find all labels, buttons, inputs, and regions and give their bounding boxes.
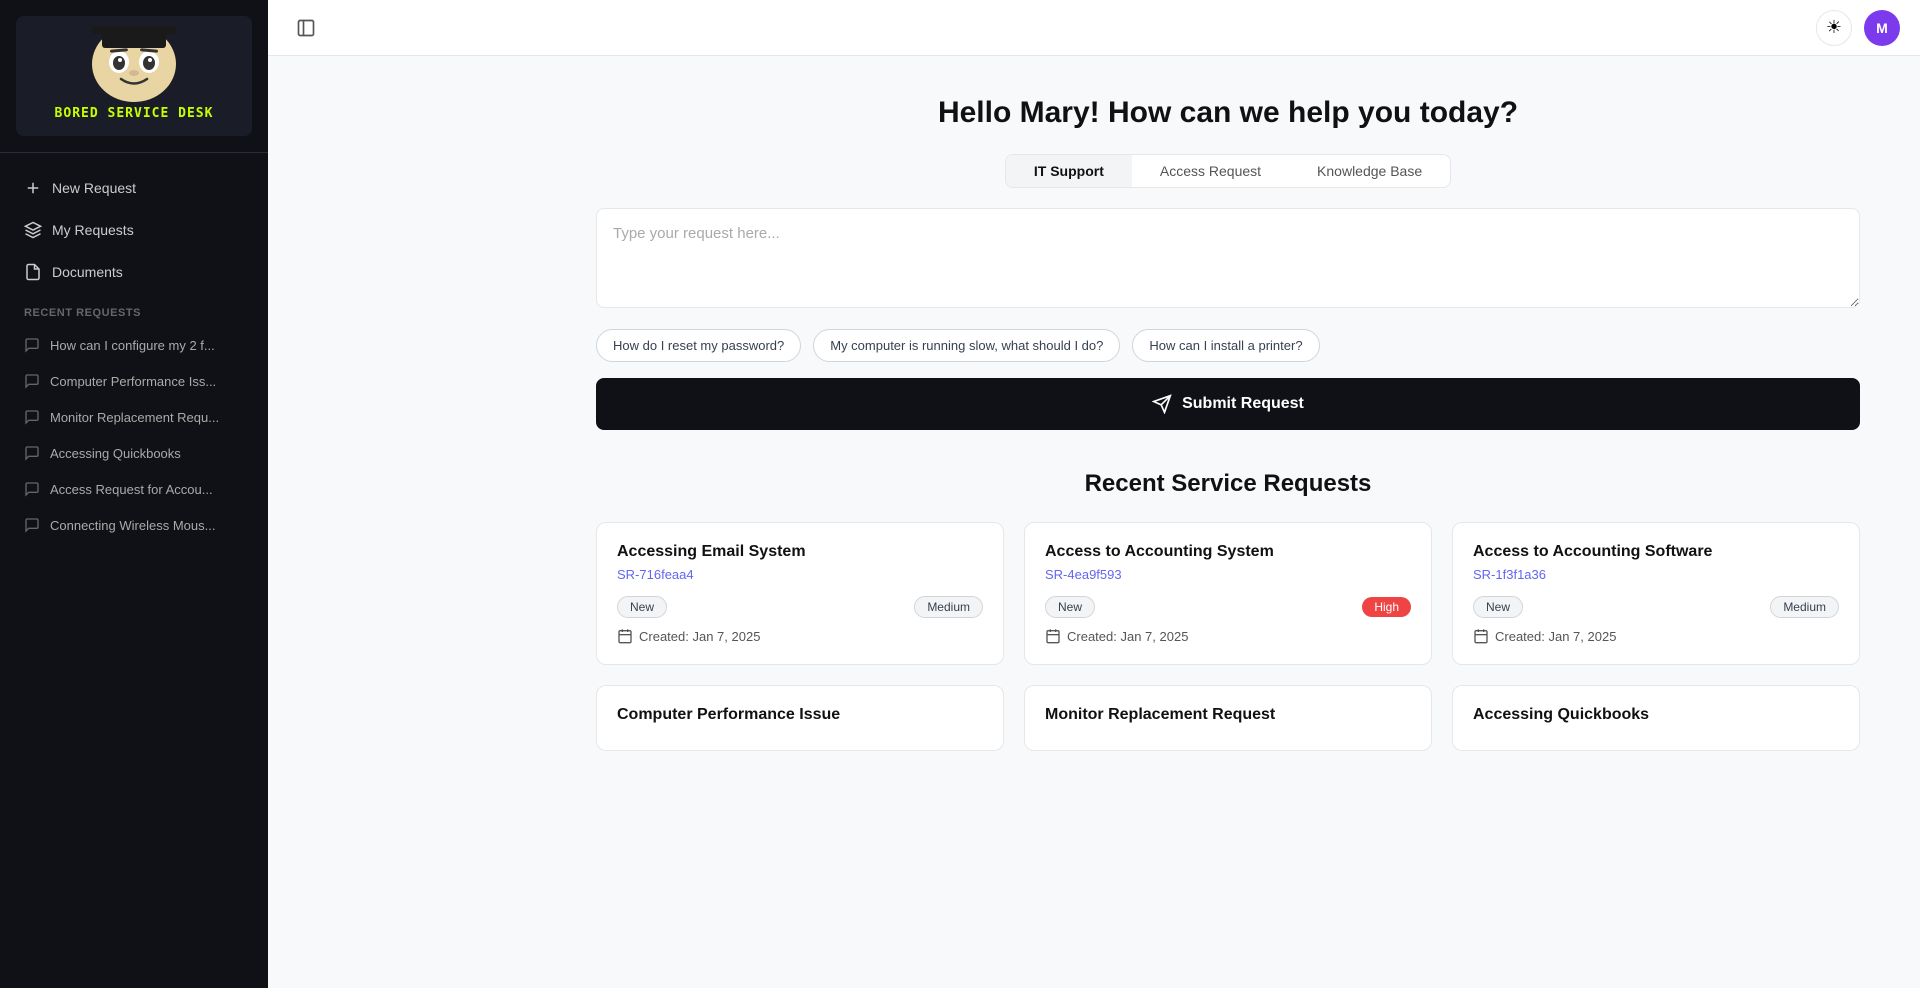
sun-icon: ☀: [1826, 17, 1842, 38]
priority-badge: Medium: [914, 596, 983, 618]
message-icon: [24, 337, 40, 353]
nav-item-label: Documents: [52, 264, 123, 280]
card-date: Created: Jan 7, 2025: [617, 628, 983, 644]
sidebar-toggle-button[interactable]: [288, 10, 324, 46]
suggestion-chips: How do I reset my password? My computer …: [596, 329, 1860, 362]
recent-item-4[interactable]: Accessing Quickbooks: [12, 437, 256, 469]
main-tabs: IT Support Access Request Knowledge Base: [1005, 154, 1451, 188]
date-text: Created: Jan 7, 2025: [1495, 629, 1616, 644]
logo-container: BORED SERVICE DESK: [0, 0, 268, 153]
recent-item-6[interactable]: Connecting Wireless Mous...: [12, 509, 256, 541]
card-date: Created: Jan 7, 2025: [1473, 628, 1839, 644]
send-icon: [1152, 394, 1172, 414]
message-icon: [24, 373, 40, 389]
card-date: Created: Jan 7, 2025: [1045, 628, 1411, 644]
status-badge: New: [1045, 596, 1095, 618]
status-badge: New: [1473, 596, 1523, 618]
card-title: Accessing Quickbooks: [1473, 706, 1839, 724]
message-icon: [24, 481, 40, 497]
status-badge: New: [617, 596, 667, 618]
recent-requests-label: Recent Requests: [12, 295, 256, 325]
card-ticket-id: SR-716feaa4: [617, 567, 983, 582]
tab-access-request[interactable]: Access Request: [1132, 155, 1289, 187]
sidebar-item-new-request[interactable]: New Request: [12, 169, 256, 207]
card-meta: New Medium: [1473, 596, 1839, 618]
calendar-icon: [1473, 628, 1489, 644]
nav-item-label: New Request: [52, 180, 136, 196]
recent-item-2[interactable]: Computer Performance Iss...: [12, 365, 256, 397]
request-textarea[interactable]: [596, 208, 1860, 308]
message-icon: [24, 445, 40, 461]
suggestion-chip-1[interactable]: How do I reset my password?: [596, 329, 801, 362]
calendar-icon: [1045, 628, 1061, 644]
card-ticket-id: SR-1f3f1a36: [1473, 567, 1839, 582]
card-title: Access to Accounting Software: [1473, 543, 1839, 561]
layers-icon: [24, 221, 42, 239]
card-2[interactable]: Access to Accounting System SR-4ea9f593 …: [1024, 522, 1432, 665]
card-3[interactable]: Access to Accounting Software SR-1f3f1a3…: [1452, 522, 1860, 665]
card-1[interactable]: Accessing Email System SR-716feaa4 New M…: [596, 522, 1004, 665]
date-text: Created: Jan 7, 2025: [1067, 629, 1188, 644]
message-icon: [24, 409, 40, 425]
cards-grid: Accessing Email System SR-716feaa4 New M…: [596, 522, 1860, 751]
recent-item-label: Computer Performance Iss...: [50, 374, 216, 389]
sidebar-toggle-icon: [296, 18, 316, 38]
greeting-title: Hello Mary! How can we help you today?: [596, 96, 1860, 130]
card-title: Monitor Replacement Request: [1045, 706, 1411, 724]
date-text: Created: Jan 7, 2025: [639, 629, 760, 644]
message-icon: [24, 517, 40, 533]
recent-item-5[interactable]: Access Request for Accou...: [12, 473, 256, 505]
theme-toggle-button[interactable]: ☀: [1816, 10, 1852, 46]
recent-item-label: Monitor Replacement Requ...: [50, 410, 219, 425]
card-ticket-id: SR-4ea9f593: [1045, 567, 1411, 582]
topbar: ☀ M: [268, 0, 1920, 56]
card-meta: New High: [1045, 596, 1411, 618]
sidebar-nav: New Request My Requests Documents Recent…: [0, 153, 268, 557]
submit-request-button[interactable]: Submit Request: [596, 378, 1860, 430]
logo-image: BORED SERVICE DESK: [16, 16, 252, 136]
plus-icon: [24, 179, 42, 197]
avatar[interactable]: M: [1864, 10, 1900, 46]
card-title: Access to Accounting System: [1045, 543, 1411, 561]
sidebar-item-documents[interactable]: Documents: [12, 253, 256, 291]
recent-item-label: Access Request for Accou...: [50, 482, 213, 497]
topbar-left: [288, 10, 324, 46]
svg-text:BORED SERVICE DESK: BORED SERVICE DESK: [55, 106, 214, 121]
suggestion-chip-3[interactable]: How can I install a printer?: [1132, 329, 1319, 362]
card-6[interactable]: Accessing Quickbooks: [1452, 685, 1860, 751]
main-content: Hello Mary! How can we help you today? I…: [536, 56, 1920, 988]
recent-item-label: Accessing Quickbooks: [50, 446, 181, 461]
sidebar-item-my-requests[interactable]: My Requests: [12, 211, 256, 249]
card-4[interactable]: Computer Performance Issue: [596, 685, 1004, 751]
card-5[interactable]: Monitor Replacement Request: [1024, 685, 1432, 751]
nav-item-label: My Requests: [52, 222, 134, 238]
suggestion-chip-2[interactable]: My computer is running slow, what should…: [813, 329, 1120, 362]
card-meta: New Medium: [617, 596, 983, 618]
calendar-icon: [617, 628, 633, 644]
priority-badge: Medium: [1770, 596, 1839, 618]
recent-section-title: Recent Service Requests: [596, 470, 1860, 498]
card-title: Computer Performance Issue: [617, 706, 983, 724]
topbar-right: ☀ M: [1816, 10, 1900, 46]
file-icon: [24, 263, 42, 281]
tab-knowledge-base[interactable]: Knowledge Base: [1289, 155, 1450, 187]
recent-item-1[interactable]: How can I configure my 2 f...: [12, 329, 256, 361]
recent-item-3[interactable]: Monitor Replacement Requ...: [12, 401, 256, 433]
recent-item-label: Connecting Wireless Mous...: [50, 518, 215, 533]
avatar-initials: M: [1876, 20, 1888, 36]
submit-button-label: Submit Request: [1182, 395, 1304, 413]
tab-it-support[interactable]: IT Support: [1006, 155, 1132, 187]
recent-item-label: How can I configure my 2 f...: [50, 338, 215, 353]
card-title: Accessing Email System: [617, 543, 983, 561]
priority-badge: High: [1362, 597, 1411, 617]
sidebar: BORED SERVICE DESK New Request My Reques…: [0, 0, 268, 988]
